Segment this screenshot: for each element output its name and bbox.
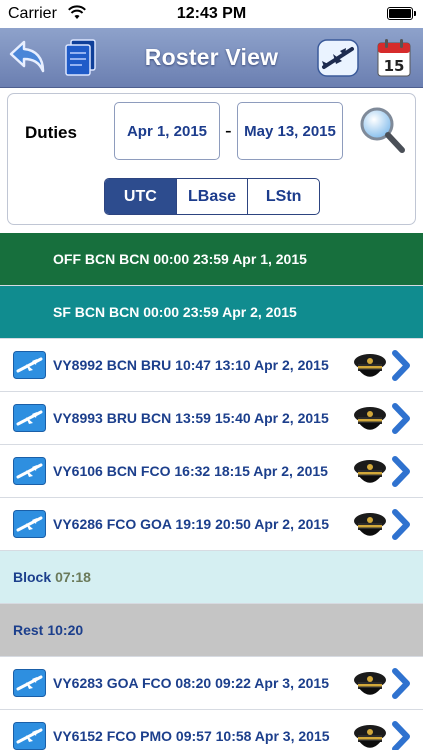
- rest-time-value: 10:20: [47, 622, 84, 638]
- flight-row[interactable]: VY6106 BCN FCO 16:32 18:15 Apr 2, 2015: [0, 445, 423, 498]
- time-reference-control: UTC LBase LStn: [104, 178, 320, 215]
- segment-lstn[interactable]: LStn: [247, 179, 319, 214]
- flight-row[interactable]: VY8993 BRU BCN 13:59 15:40 Apr 2, 2015: [0, 392, 423, 445]
- chevron-right-icon[interactable]: [389, 508, 413, 541]
- airplane-icon: [13, 351, 46, 379]
- calendar-icon: 15: [377, 39, 411, 77]
- segment-lbase[interactable]: LBase: [175, 179, 248, 214]
- calendar-day: 15: [384, 57, 405, 75]
- from-date-field[interactable]: Apr 1, 2015: [114, 102, 220, 160]
- airplane-icon: [13, 404, 46, 432]
- calendar-button[interactable]: 15: [372, 36, 416, 80]
- block-time-value: 07:18: [55, 569, 91, 585]
- rest-time-row: Rest 10:20: [0, 604, 423, 657]
- captain-hat-icon[interactable]: [352, 670, 388, 698]
- nav-bar: Roster View 15: [0, 28, 423, 88]
- flight-row[interactable]: VY6152 FCO PMO 09:57 10:58 Apr 3, 2015: [0, 710, 423, 750]
- date-range-separator: -: [225, 120, 232, 142]
- roster-list: OFF BCN BCN 00:00 23:59 Apr 1, 2015 SF B…: [0, 233, 423, 750]
- duty-text: SF BCN BCN 00:00 23:59 Apr 2, 2015: [53, 304, 297, 320]
- block-time-row: Block 07:18: [0, 551, 423, 604]
- flight-view-button[interactable]: [316, 36, 360, 80]
- segment-utc[interactable]: UTC: [105, 179, 176, 214]
- chevron-right-icon[interactable]: [389, 402, 413, 435]
- captain-hat-icon[interactable]: [352, 352, 388, 380]
- flight-text: VY6286 FCO GOA 19:19 20:50 Apr 2, 2015: [53, 516, 329, 532]
- airplane-icon: [13, 669, 46, 697]
- flight-text: VY6283 GOA FCO 08:20 09:22 Apr 3, 2015: [53, 675, 329, 691]
- airplane-icon: [13, 510, 46, 538]
- flight-row[interactable]: VY8992 BCN BRU 10:47 13:10 Apr 2, 2015: [0, 339, 423, 392]
- chevron-right-icon[interactable]: [389, 455, 413, 488]
- duty-text: OFF BCN BCN 00:00 23:59 Apr 1, 2015: [53, 251, 307, 267]
- duties-label: Duties: [25, 123, 77, 142]
- flight-text: VY6152 FCO PMO 09:57 10:58 Apr 3, 2015: [53, 728, 330, 744]
- flight-text: VY8992 BCN BRU 10:47 13:10 Apr 2, 2015: [53, 357, 329, 373]
- status-bar: Carrier 12:43 PM: [0, 0, 423, 28]
- flight-text: VY6106 BCN FCO 16:32 18:15 Apr 2, 2015: [53, 463, 328, 479]
- chevron-right-icon[interactable]: [389, 720, 413, 750]
- airplane-icon: [317, 39, 359, 77]
- magnifier-icon[interactable]: [357, 104, 407, 158]
- captain-hat-icon[interactable]: [352, 405, 388, 433]
- chevron-right-icon[interactable]: [389, 349, 413, 382]
- chevron-right-icon[interactable]: [389, 667, 413, 700]
- block-label: Block: [13, 569, 52, 585]
- battery-icon: [387, 7, 416, 20]
- airplane-icon: [13, 457, 46, 485]
- airplane-icon: [13, 722, 46, 750]
- flight-row[interactable]: VY6283 GOA FCO 08:20 09:22 Apr 3, 2015: [0, 657, 423, 710]
- captain-hat-icon[interactable]: [352, 458, 388, 486]
- rest-label: Rest: [13, 622, 44, 638]
- status-time: 12:43 PM: [176, 5, 247, 22]
- duty-row-sf[interactable]: SF BCN BCN 00:00 23:59 Apr 2, 2015: [0, 286, 423, 339]
- captain-hat-icon[interactable]: [352, 511, 388, 539]
- to-date-field[interactable]: May 13, 2015: [237, 102, 343, 160]
- flight-text: VY8993 BRU BCN 13:59 15:40 Apr 2, 2015: [53, 410, 329, 426]
- duty-row-off[interactable]: OFF BCN BCN 00:00 23:59 Apr 1, 2015: [0, 233, 423, 286]
- flight-row[interactable]: VY6286 FCO GOA 19:19 20:50 Apr 2, 2015: [0, 498, 423, 551]
- duty-filter-panel: Duties Apr 1, 2015 - May 13, 2015 UTC LB…: [7, 93, 416, 225]
- captain-hat-icon[interactable]: [352, 723, 388, 750]
